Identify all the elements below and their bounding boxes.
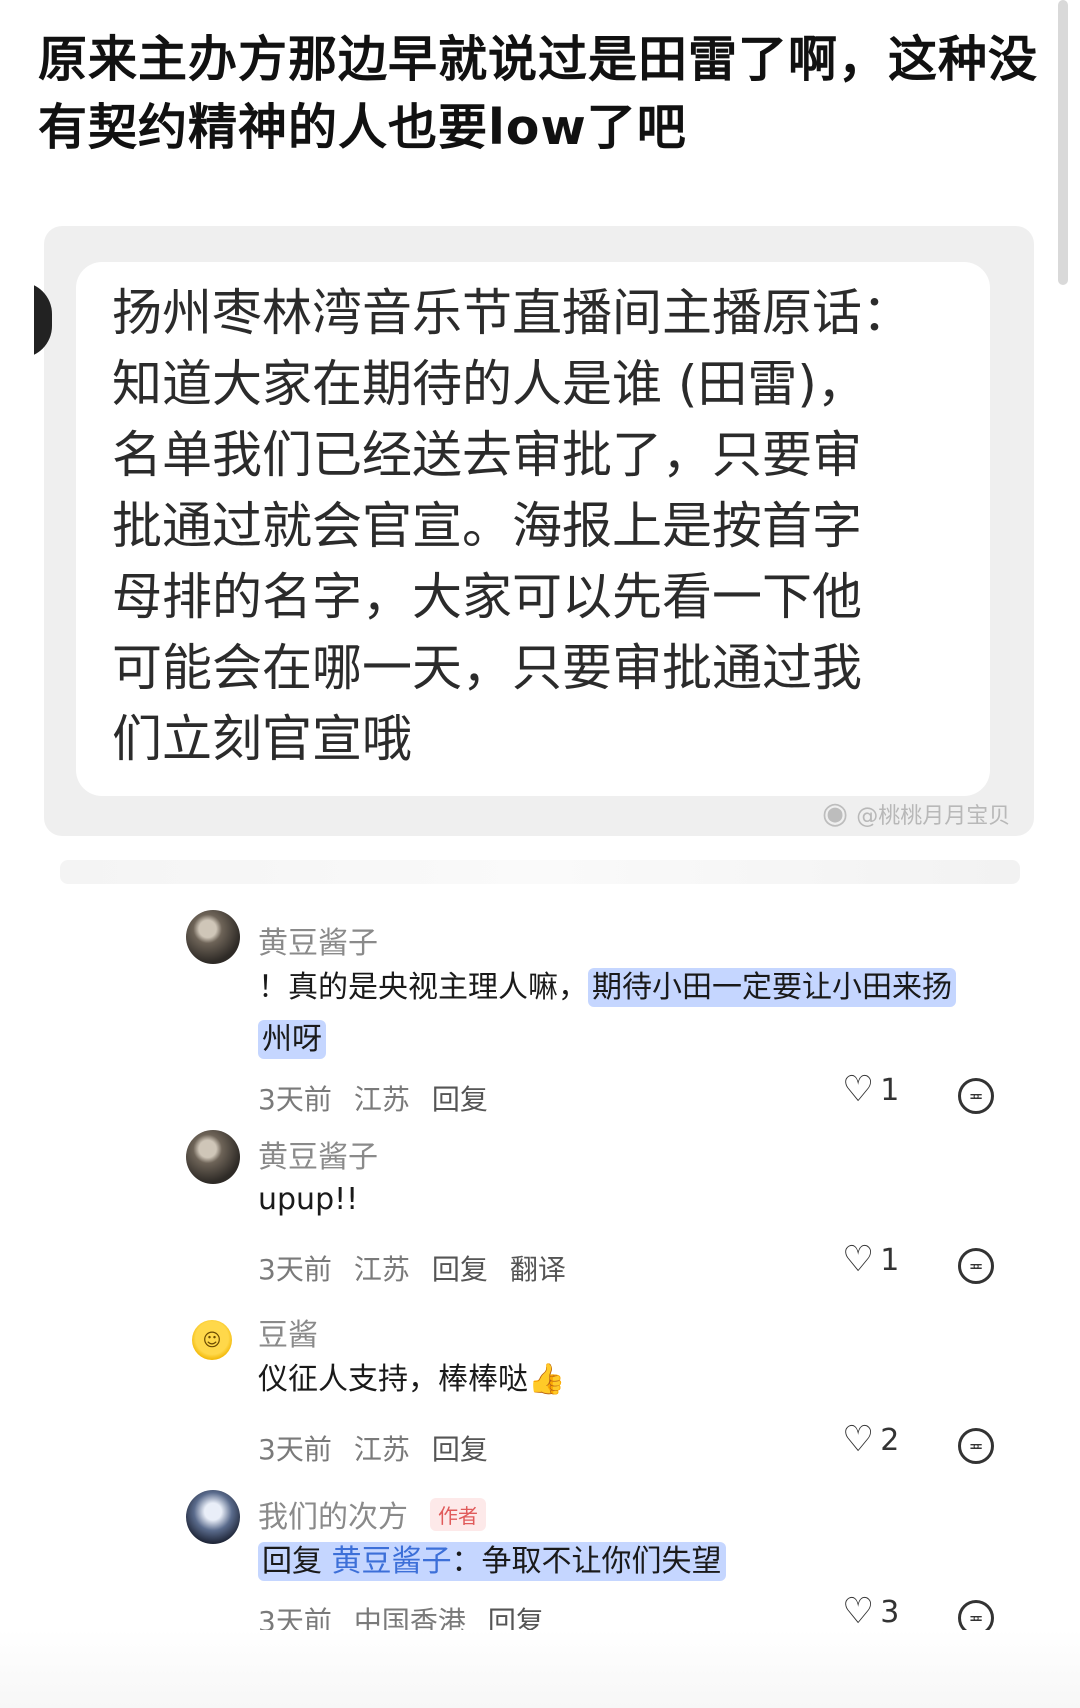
dislike-face-icon[interactable]: ≖ (958, 1248, 994, 1284)
comment-text-plain: ！真的是央视主理人嘛， (258, 970, 588, 1005)
blurred-divider (60, 860, 1020, 884)
comment-meta: 3天前 江苏 回复 (258, 1078, 488, 1118)
like-button[interactable]: ♡ 1 (842, 1072, 899, 1108)
comment-author[interactable]: 豆酱 (258, 1310, 318, 1354)
translate-button[interactable]: 翻译 (510, 1248, 566, 1288)
avatar[interactable]: ☺ (192, 1320, 232, 1360)
comment-author[interactable]: 黄豆酱子 (258, 1132, 378, 1176)
weibo-icon: ◉ (822, 796, 849, 831)
like-button[interactable]: ♡ 2 (842, 1422, 899, 1458)
comment-location: 江苏 (353, 1433, 410, 1466)
comment-time: 3天前 (258, 1083, 332, 1116)
avatar[interactable] (186, 1490, 240, 1544)
like-count: 1 (880, 1072, 900, 1108)
comment-text: 仪征人支持，棒棒哒👍 (258, 1362, 566, 1397)
reply-button[interactable]: 回复 (432, 1248, 488, 1288)
comment-text: 回复 黄豆酱子：争取不让你们失望 (258, 1536, 726, 1588)
comment-time: 3天前 (258, 1433, 332, 1466)
comment-author[interactable]: 我们的次方 (258, 1492, 408, 1536)
watermark-text: @桃桃月月宝贝 (856, 803, 1011, 829)
like-button[interactable]: ♡ 3 (842, 1594, 899, 1630)
quote-text: 扬州枣林湾音乐节直播间主播原话： 知道大家在期待的人是谁 (田雷)， 名单我们已… (112, 284, 912, 768)
dislike-face-icon[interactable]: ≖ (958, 1428, 994, 1464)
heart-icon: ♡ (842, 1591, 875, 1632)
dislike-face-icon[interactable]: ≖ (958, 1078, 994, 1114)
reply-button[interactable]: 回复 (432, 1078, 488, 1118)
comment-text: ！真的是央视主理人嘛， 期待小田一定要让小田来扬 州呀 (258, 962, 1018, 1066)
comment-text-highlight: 期待小田一定要让小田来扬 (588, 968, 956, 1007)
comment-text-highlight: ：争取不让你们失望 (451, 1544, 722, 1579)
like-count: 1 (880, 1242, 900, 1278)
avatar[interactable] (186, 910, 240, 964)
heart-icon: ♡ (842, 1069, 875, 1110)
comment-location: 江苏 (353, 1083, 410, 1116)
comment-time: 3天前 (258, 1253, 332, 1286)
reply-to-user[interactable]: 黄豆酱子 (332, 1544, 452, 1579)
heart-icon: ♡ (842, 1239, 875, 1280)
like-count: 2 (880, 1422, 900, 1458)
reply-prefix: 回复 (262, 1544, 322, 1579)
bottom-fade (0, 1630, 1080, 1708)
post-title: 原来主办方那边早就说过是田雷了啊，这种没有契约精神的人也要low了吧 (38, 31, 1039, 156)
like-count: 3 (880, 1594, 900, 1630)
avatar[interactable] (186, 1130, 240, 1184)
comment-meta: 3天前 江苏 回复 翻译 (258, 1248, 566, 1288)
heart-icon: ♡ (842, 1419, 875, 1460)
author-badge: 作者 (430, 1498, 486, 1531)
scrollbar[interactable] (1058, 0, 1068, 285)
watermark: ◉ @桃桃月月宝贝 (822, 796, 1010, 831)
comment-location: 江苏 (353, 1253, 410, 1286)
comment-meta: 3天前 江苏 回复 (258, 1428, 488, 1468)
comment-text-highlight-2: 州呀 (258, 1020, 326, 1059)
comment-author[interactable]: 黄豆酱子 (258, 918, 378, 962)
comment-text: upup!! (258, 1182, 359, 1217)
reply-highlight: 回复 黄豆酱子：争取不让你们失望 (258, 1542, 726, 1581)
like-button[interactable]: ♡ 1 (842, 1242, 899, 1278)
reply-button[interactable]: 回复 (432, 1428, 488, 1468)
